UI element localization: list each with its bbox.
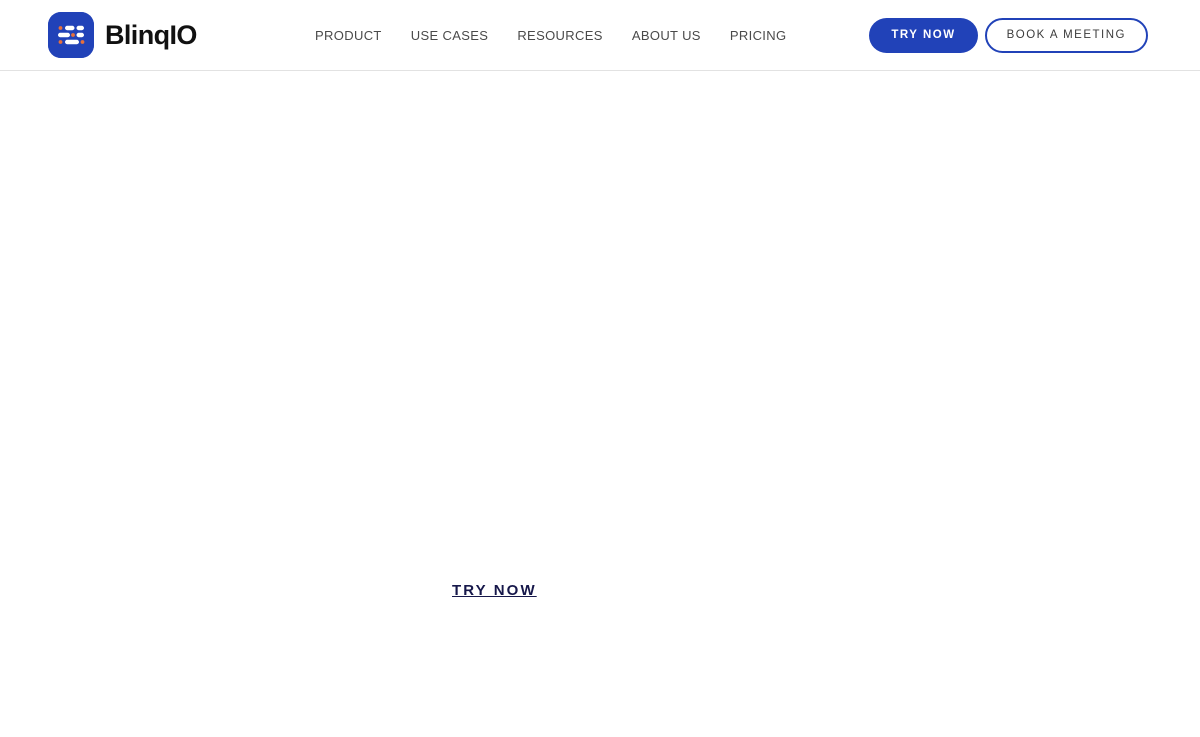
main-nav: PRODUCT USE CASES RESOURCES ABOUT US PRI…: [315, 0, 786, 71]
try-now-button[interactable]: TRY NOW: [869, 18, 978, 53]
nav-item-product[interactable]: PRODUCT: [315, 29, 382, 42]
brand-logo-link[interactable]: BlinqIO: [48, 12, 197, 58]
nav-item-about-us[interactable]: ABOUT US: [632, 29, 701, 42]
book-a-meeting-button[interactable]: BOOK A MEETING: [984, 18, 1148, 53]
brand-name: BlinqIO: [105, 19, 197, 50]
nav-item-use-cases[interactable]: USE CASES: [411, 29, 489, 42]
page-body: TRY NOW: [0, 71, 1200, 737]
site-header: BlinqIO PRODUCT USE CASES RESOURCES ABOU…: [0, 0, 1200, 71]
header-actions: TRY NOW BOOK A MEETING: [869, 0, 1148, 71]
hero-try-now-link[interactable]: TRY NOW: [452, 583, 537, 598]
nav-item-pricing[interactable]: PRICING: [730, 29, 787, 42]
blinqio-logo-icon: [48, 12, 94, 58]
nav-item-resources[interactable]: RESOURCES: [517, 29, 603, 42]
